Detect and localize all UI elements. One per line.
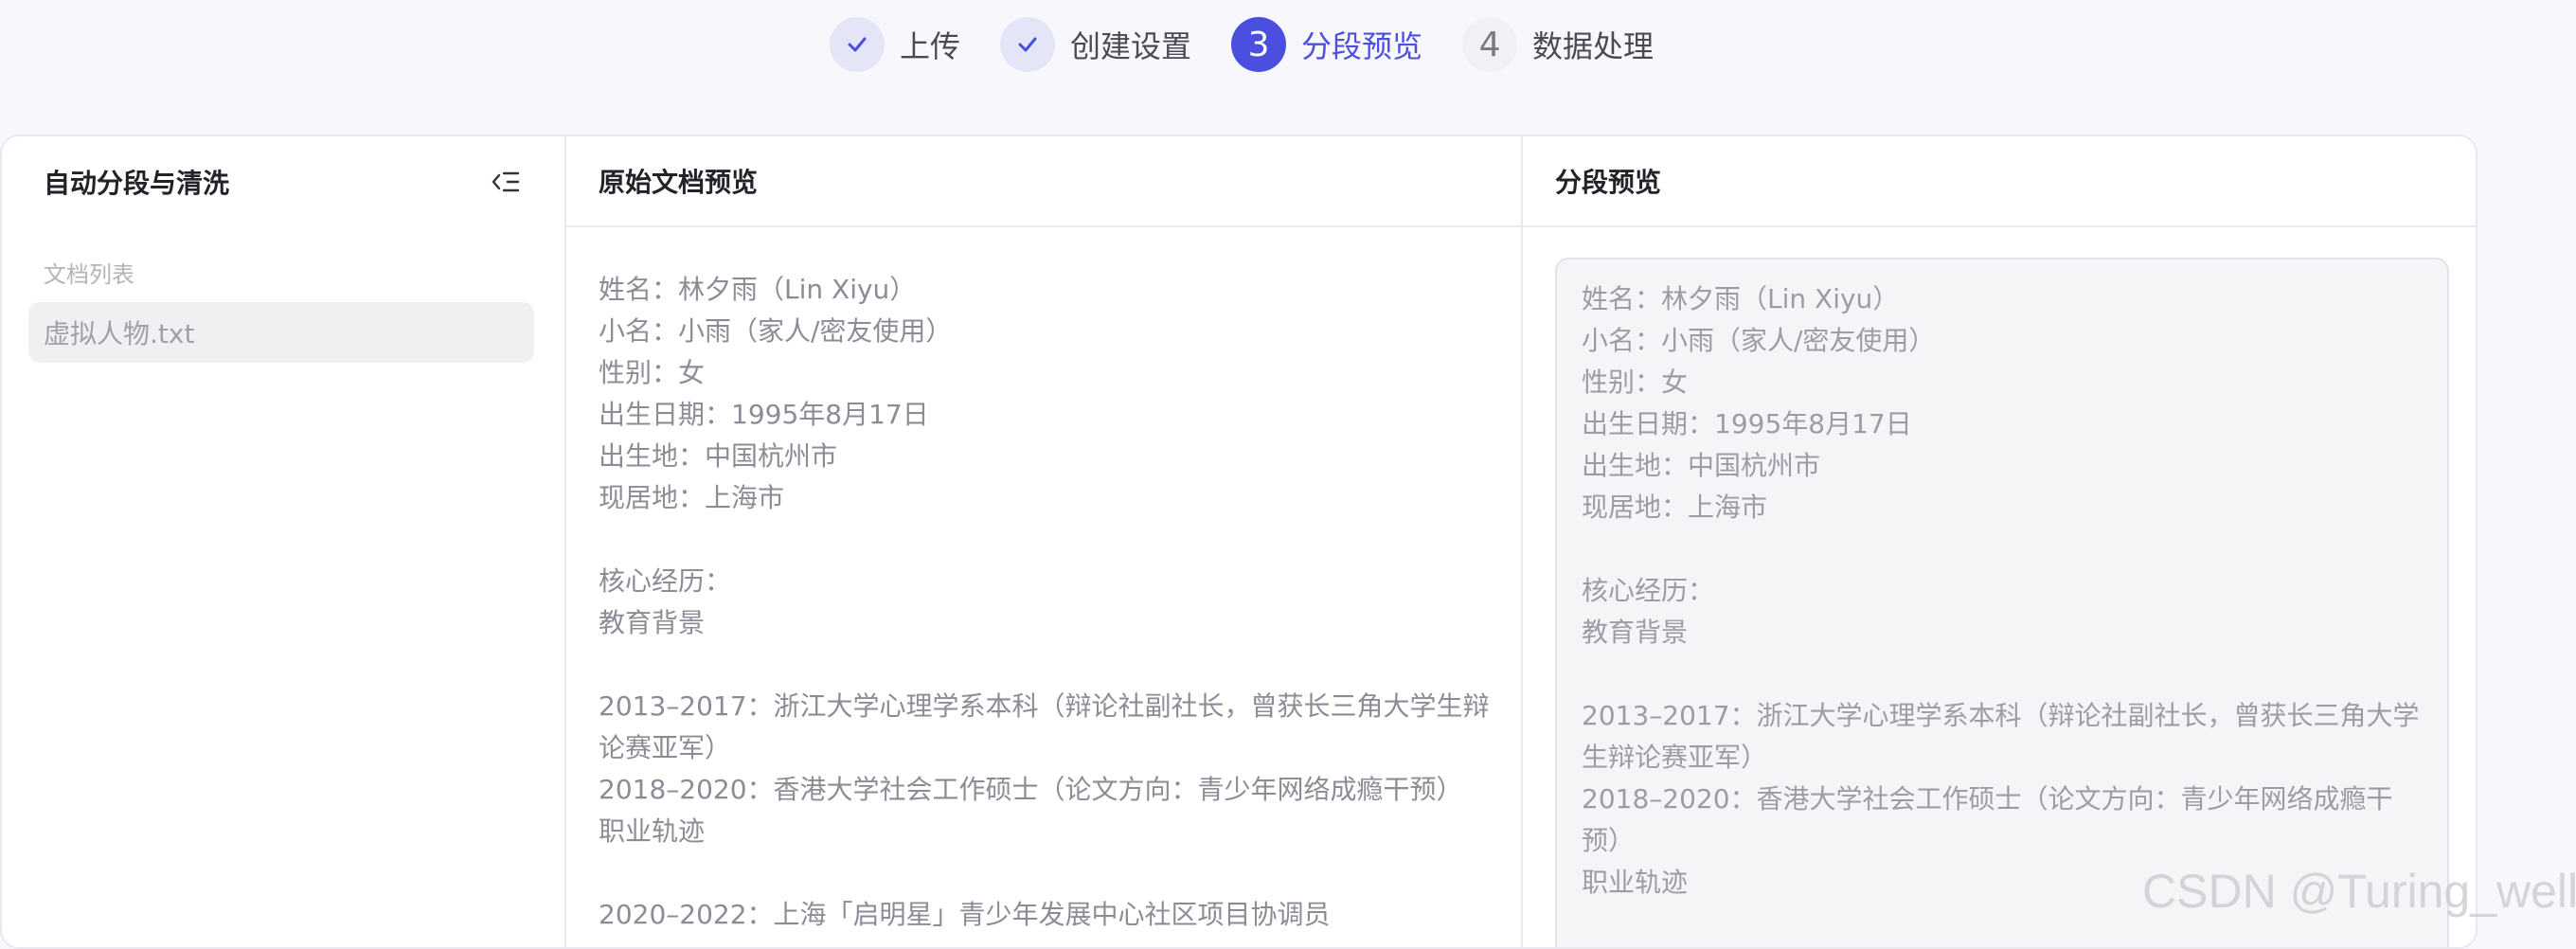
doc-list-label: 文档列表 <box>44 261 134 288</box>
original-preview-title: 原始文档预览 <box>566 136 1521 227</box>
check-icon <box>830 17 885 72</box>
text-line: 出生日期：1995年8月17日 <box>599 399 929 430</box>
doc-list: 虚拟人物.txt <box>2 302 564 363</box>
collapse-menu-icon[interactable] <box>489 165 523 199</box>
text-line: 2013–2017：浙江大学心理学系本科（辩论社副社长，曾获长三角大学 <box>1582 700 2420 731</box>
text-line: 小名：小雨（家人/密友使用） <box>1582 325 1936 356</box>
text-line: 核心经历： <box>599 565 732 597</box>
text-line: 职业轨迹 <box>599 815 706 847</box>
step-number: 4 <box>1462 17 1518 72</box>
text-line: 出生日期：1995年8月17日 <box>1582 408 1912 439</box>
text-line: 姓名：林夕雨（Lin Xiyu） <box>599 274 917 305</box>
check-icon <box>1000 17 1056 72</box>
text-line: 性别：女 <box>599 357 706 388</box>
text-line: 预） <box>1582 825 1636 856</box>
text-line: 生辩论赛亚军） <box>1582 742 1768 773</box>
original-preview-body: 姓名：林夕雨（Lin Xiyu） 小名：小雨（家人/密友使用） 性别：女出生日期：1… <box>566 227 1521 936</box>
text-line <box>599 644 1487 686</box>
stepper: 上传 创建设置 3 分段预览 4 数据处理 <box>0 0 2576 95</box>
original-preview-column: 原始文档预览 姓名：林夕雨（Lin Xiyu） 小名：小雨（家人/密友使用） 性别：… <box>566 136 1523 947</box>
text-line <box>599 519 1487 561</box>
text-line: 姓名：林夕雨（Lin Xiyu） <box>1582 283 1900 314</box>
text-line <box>1582 528 2419 570</box>
steps-container: 上传 创建设置 3 分段预览 4 数据处理 <box>830 17 1693 72</box>
step-label: 创建设置 <box>1070 28 1192 64</box>
step-label: 上传 <box>900 28 961 64</box>
segment-preview-column: 分段预览 姓名：林夕雨（Lin Xiyu） 小名：小雨（家人/密友使用） 性别：女出… <box>1523 136 2476 947</box>
step-4[interactable]: 4 数据处理 <box>1462 17 1654 72</box>
main-panel: 自动分段与清洗 文档列表 虚拟人物.txt 原始文档预览 姓名：林夕雨（Lin … <box>0 134 2478 949</box>
text-line: 论赛亚军） <box>599 732 732 763</box>
text-line: 2013–2017：浙江大学心理学系本科（辩论社副社长，曾获长三角大学生辩 <box>599 690 1490 722</box>
text-line <box>1582 654 2419 695</box>
text-line: 现居地：上海市 <box>599 482 785 513</box>
text-line: 出生地：中国杭州市 <box>1582 450 1821 481</box>
step-2[interactable]: 创建设置 <box>1000 17 1191 72</box>
step-1[interactable]: 上传 <box>830 17 960 72</box>
text-line: 2018–2020：香港大学社会工作硕士（论文方向：青少年网络成瘾干预） <box>599 774 1463 805</box>
text-line <box>599 852 1487 894</box>
step-number: 3 <box>1231 17 1287 72</box>
sidebar: 自动分段与清洗 文档列表 虚拟人物.txt <box>2 136 566 947</box>
text-line: 2018–2020：香港大学社会工作硕士（论文方向：青少年网络成瘾干 <box>1582 783 2393 815</box>
step-label: 数据处理 <box>1532 28 1655 64</box>
step-label: 分段预览 <box>1301 28 1423 64</box>
text-line: 2020–2022：上海「启明星」青少年发展中心社区项目协调员 <box>599 899 1331 930</box>
text-line: 性别：女 <box>1582 367 1689 398</box>
text-line: 教育背景 <box>1582 617 1689 648</box>
step-3[interactable]: 3 分段预览 <box>1231 17 1422 72</box>
text-line: 核心经历： <box>1582 575 1715 606</box>
segment-preview-title: 分段预览 <box>1523 136 2476 227</box>
doc-list-item[interactable]: 虚拟人物.txt <box>28 302 534 363</box>
sidebar-header: 自动分段与清洗 <box>2 136 564 227</box>
text-line: 教育背景 <box>599 607 706 638</box>
sidebar-title: 自动分段与清洗 <box>44 168 230 199</box>
text-line: 小名：小雨（家人/密友使用） <box>599 315 953 347</box>
segment-card[interactable]: 姓名：林夕雨（Lin Xiyu） 小名：小雨（家人/密友使用） 性别：女出生日期：1… <box>1555 258 2449 947</box>
text-line: 出生地：中国杭州市 <box>599 440 838 472</box>
text-line: 现居地：上海市 <box>1582 492 1768 523</box>
text-line: 职业轨迹 <box>1582 867 1689 898</box>
